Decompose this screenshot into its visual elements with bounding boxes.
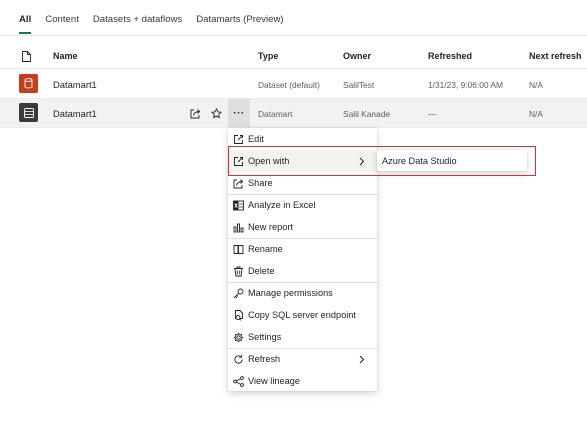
menu-item-label: Delete	[248, 266, 275, 276]
open-with-icon	[233, 156, 244, 167]
tab-all[interactable]: All	[14, 10, 36, 34]
menu-item-analyze-in-excel[interactable]: Analyze in Excel	[228, 194, 377, 216]
menu-item-label: Edit	[248, 134, 264, 144]
menu-item-label: Copy SQL server endpoint	[248, 310, 356, 320]
tab-datasets-dataflows[interactable]: Datasets + dataflows	[88, 10, 187, 32]
context-menu: Edit Open with Share Analyze in Excel Ne…	[228, 128, 377, 391]
menu-item-rename[interactable]: Rename	[228, 238, 377, 260]
star-icon[interactable]	[208, 105, 224, 121]
menu-item-label: Analyze in Excel	[248, 200, 316, 210]
gear-icon	[233, 332, 244, 343]
item-type: Datamart	[258, 109, 293, 119]
tab-datamarts[interactable]: Datamarts (Preview)	[191, 10, 288, 32]
item-next-refresh: N/A	[529, 80, 543, 90]
menu-item-label: Rename	[248, 244, 283, 254]
item-type: Dataset (default)	[258, 80, 320, 90]
menu-item-settings[interactable]: Settings	[228, 326, 377, 348]
menu-item-share[interactable]: Share	[228, 172, 377, 194]
datamart-icon	[19, 103, 38, 122]
chevron-right-icon	[359, 155, 367, 167]
excel-icon	[233, 200, 244, 211]
tabs-divider	[0, 35, 587, 36]
menu-item-label: Share	[248, 178, 273, 188]
chart-icon	[233, 222, 244, 233]
edit-icon	[233, 134, 244, 145]
menu-item-label: Azure Data Studio	[382, 155, 457, 166]
share-icon	[233, 178, 244, 189]
chevron-right-icon	[359, 353, 367, 365]
table-row[interactable]: Datamart1 Dataset (default) SalilTest 1/…	[0, 70, 587, 99]
menu-item-view-lineage[interactable]: View lineage	[228, 370, 377, 392]
item-refreshed: 1/31/23, 9:06:00 AM	[428, 80, 503, 90]
menu-item-label: Open with	[248, 156, 290, 166]
menu-item-copy-sql-endpoint[interactable]: Copy SQL server endpoint	[228, 304, 377, 326]
rename-icon	[233, 244, 244, 255]
menu-item-azure-data-studio[interactable]: Azure Data Studio	[377, 150, 527, 171]
item-next-refresh: N/A	[529, 109, 543, 119]
copy-icon	[233, 309, 244, 321]
menu-item-delete[interactable]: Delete	[228, 260, 377, 282]
column-header-owner[interactable]: Owner	[343, 51, 371, 61]
tab-bar: All Content Datasets + dataflows Datamar…	[14, 10, 293, 34]
item-owner: Salil Kanade	[343, 109, 391, 119]
menu-item-label: New report	[248, 222, 293, 232]
item-refreshed: —	[428, 109, 437, 119]
menu-item-new-report[interactable]: New report	[228, 216, 377, 238]
column-header-type[interactable]: Type	[258, 51, 278, 61]
share-icon[interactable]	[187, 105, 203, 121]
menu-item-open-with[interactable]: Open with	[228, 150, 377, 172]
menu-item-label: Settings	[248, 332, 282, 342]
table-header: Name Type Owner Refreshed Next refresh	[0, 45, 587, 69]
dataset-icon	[19, 74, 38, 93]
menu-item-label: Refresh	[248, 354, 281, 364]
open-with-submenu: Azure Data Studio	[377, 150, 527, 171]
column-header-refreshed[interactable]: Refreshed	[428, 51, 472, 61]
more-options-button[interactable]: ···	[228, 99, 250, 127]
tab-content[interactable]: Content	[40, 10, 84, 32]
menu-item-edit[interactable]: Edit	[228, 128, 377, 150]
trash-icon	[233, 266, 244, 277]
table-row[interactable]: Datamart1 ··· Datamart Salil Kanade — N/…	[0, 99, 587, 128]
item-name[interactable]: Datamart1	[53, 79, 97, 90]
item-owner: SalilTest	[343, 80, 375, 90]
column-header-next-refresh[interactable]: Next refresh	[529, 51, 582, 61]
document-icon	[22, 51, 31, 62]
menu-item-refresh[interactable]: Refresh	[228, 348, 377, 370]
menu-item-label: Manage permissions	[248, 288, 333, 298]
key-icon	[233, 288, 244, 299]
column-header-name[interactable]: Name	[53, 51, 78, 61]
item-name[interactable]: Datamart1	[53, 108, 97, 119]
refresh-icon	[233, 354, 244, 365]
menu-item-label: View lineage	[248, 376, 300, 386]
lineage-icon	[233, 375, 244, 387]
menu-item-manage-permissions[interactable]: Manage permissions	[228, 282, 377, 304]
